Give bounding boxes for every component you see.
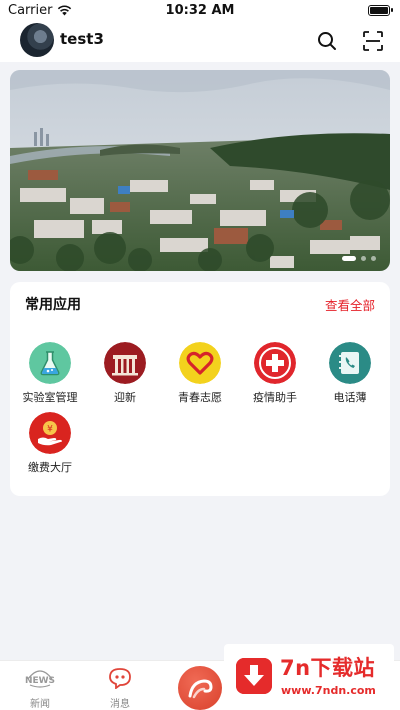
svg-text:¥: ¥ (47, 425, 53, 435)
news-icon: NEWS (25, 670, 55, 688)
search-icon[interactable] (316, 30, 338, 52)
lab-flask-icon (29, 342, 71, 384)
tab-label: 新闻 (30, 699, 50, 710)
status-bar: Carrier 10:32 AM (0, 0, 400, 22)
view-all-link[interactable]: 查看全部 (325, 295, 375, 314)
common-apps-card: 常用应用 查看全部 实验室管理 迎新 青春志愿 疫情助手 电话薄 ¥ 缴费大厅 (10, 282, 390, 496)
banner-pagination (342, 256, 376, 261)
news-badge-text: NEWS (25, 676, 55, 686)
tab-news[interactable]: NEWS 新闻 (10, 667, 70, 710)
tab-messages[interactable]: 消息 (90, 667, 150, 710)
download-arrow-icon (236, 658, 272, 694)
campus-aerial-image (10, 70, 390, 271)
swirl-icon (188, 679, 213, 699)
pagination-dot-active[interactable] (342, 256, 356, 261)
app-payment-hall[interactable]: ¥ 缴费大厅 (14, 412, 86, 475)
scan-icon[interactable] (362, 30, 384, 52)
username: test3 (60, 30, 104, 48)
app-welcome[interactable]: 迎新 (89, 342, 161, 405)
heart-icon (179, 342, 221, 384)
app-label: 实验室管理 (22, 391, 78, 404)
avatar[interactable] (20, 23, 54, 57)
battery-icon (368, 5, 393, 16)
top-header: test3 (0, 22, 400, 62)
app-label: 疫情助手 (253, 391, 297, 404)
app-lab-management[interactable]: 实验室管理 (14, 342, 86, 405)
watermark-url: www.7ndn.com (281, 684, 376, 697)
pagination-dot[interactable] (371, 256, 376, 261)
watermark-title: 7n下载站 (280, 656, 376, 680)
welcome-gate-icon (104, 342, 146, 384)
tab-label: 消息 (110, 699, 130, 710)
center-action-button[interactable] (178, 666, 222, 710)
app-label: 缴费大厅 (28, 461, 72, 474)
campus-banner[interactable] (10, 70, 390, 271)
pagination-dot[interactable] (361, 256, 366, 261)
app-epidemic-assistant[interactable]: 疫情助手 (239, 342, 311, 405)
app-label: 迎新 (114, 391, 136, 404)
phone-book-icon (329, 342, 371, 384)
app-youth-volunteer[interactable]: 青春志愿 (164, 342, 236, 405)
app-phone-book[interactable]: 电话薄 (314, 342, 386, 405)
section-title: 常用应用 (25, 297, 81, 313)
status-time: 10:32 AM (165, 3, 235, 18)
watermark-logo: 7n下载站 www.7ndn.com (224, 644, 394, 710)
payment-hand-icon: ¥ (29, 412, 71, 454)
app-label: 青春志愿 (178, 391, 222, 404)
message-icon (109, 668, 131, 690)
app-label: 电话薄 (333, 391, 367, 404)
medical-cross-icon (254, 342, 296, 384)
